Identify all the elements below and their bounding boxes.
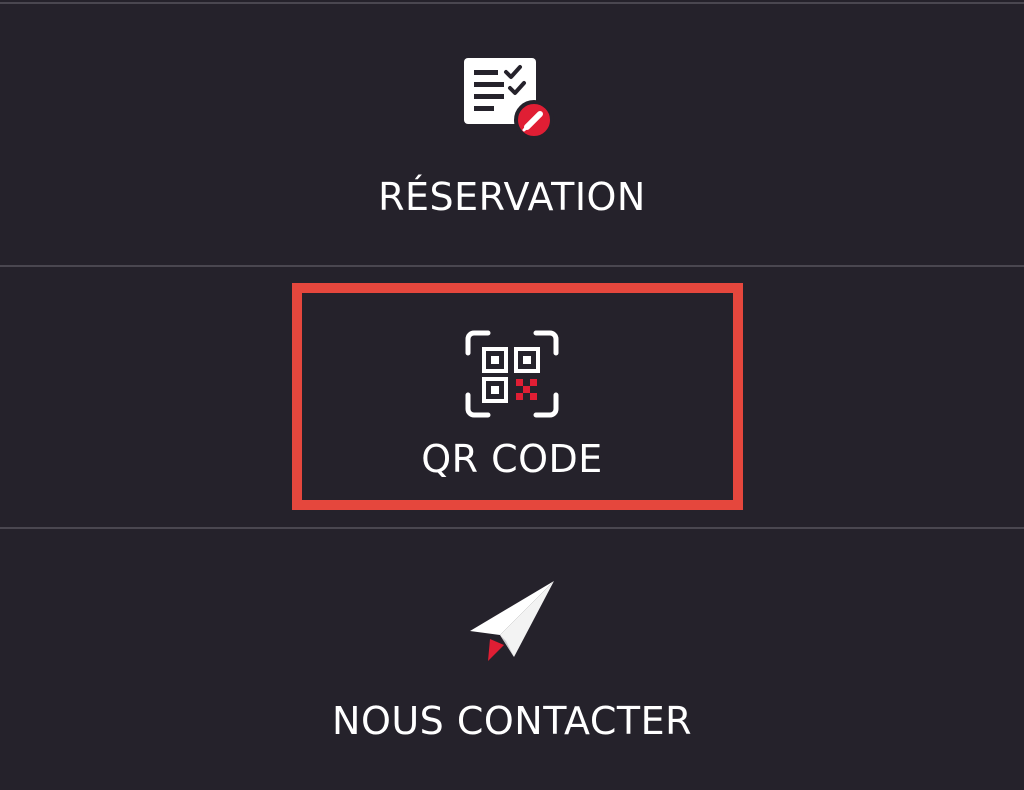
menu-item-reservation[interactable]: RÉSERVATION xyxy=(0,4,1024,266)
menu-item-contact[interactable]: NOUS CONTACTER xyxy=(0,529,1024,790)
paper-plane-icon xyxy=(470,581,554,661)
reservation-checklist-icon xyxy=(464,58,554,140)
menu-item-qr-code[interactable]: QR CODE xyxy=(0,267,1024,528)
qr-code-icon xyxy=(465,330,559,418)
navigation-menu: RÉSERVATION QR CODE NOUS CONTACTER xyxy=(0,0,1024,790)
menu-item-reservation-label: RÉSERVATION xyxy=(378,175,646,219)
menu-item-qr-code-label: QR CODE xyxy=(421,437,603,481)
menu-item-contact-label: NOUS CONTACTER xyxy=(332,699,692,743)
